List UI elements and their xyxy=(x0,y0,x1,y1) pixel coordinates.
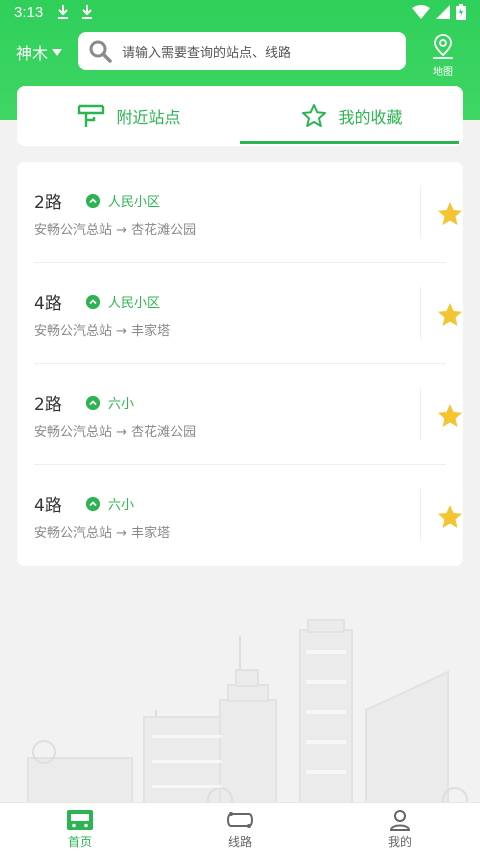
chevron-up-icon xyxy=(86,396,100,410)
nav-home-label: 首页 xyxy=(67,835,92,849)
bus-stop-icon xyxy=(78,104,105,127)
route-direction: 安畅公汽总站 → 丰家塔 xyxy=(34,324,171,339)
nav-home[interactable]: 首页 xyxy=(0,803,160,854)
battery-icon xyxy=(456,4,466,20)
signal-icon xyxy=(436,5,450,19)
city-selector[interactable]: 神木 xyxy=(16,40,63,64)
route-number: 4路 xyxy=(34,496,62,516)
star-filled-icon[interactable] xyxy=(436,301,464,329)
person-icon xyxy=(389,810,411,831)
status-bar: 3:13 xyxy=(0,0,480,26)
chevron-up-icon xyxy=(86,295,100,309)
nav-routes-label: 线路 xyxy=(227,835,252,849)
star-filled-icon[interactable] xyxy=(436,503,464,531)
caret-down-icon xyxy=(52,48,63,56)
favorite-item[interactable]: 4路 人民小区 安畅公汽总站 → 丰家塔 xyxy=(34,263,462,364)
download-icon xyxy=(82,5,92,19)
map-button[interactable]: 地图 xyxy=(426,32,460,78)
city-skyline-illustration xyxy=(27,619,468,805)
status-time: 3:13 xyxy=(14,4,44,21)
star-outline-icon xyxy=(302,104,327,127)
tabs-card: 附近站点 我的收藏 xyxy=(17,86,463,146)
download-icon xyxy=(58,5,68,19)
chevron-up-icon xyxy=(86,194,100,208)
route-direction: 安畅公汽总站 → 杏花滩公园 xyxy=(34,223,197,238)
search-icon xyxy=(89,40,112,63)
route-number: 4路 xyxy=(34,294,62,314)
bottom-navigation: 首页 线路 我的 xyxy=(0,802,480,854)
nav-profile[interactable]: 我的 xyxy=(320,803,480,854)
star-filled-icon[interactable] xyxy=(436,402,464,430)
stop-name: 人民小区 xyxy=(108,195,161,210)
nav-routes[interactable]: 线路 xyxy=(160,803,320,854)
divider xyxy=(420,388,421,440)
tab-my-favorites-label: 我的收藏 xyxy=(338,108,403,127)
stop-name: 人民小区 xyxy=(108,296,161,311)
tab-my-favorites[interactable]: 我的收藏 xyxy=(240,86,463,146)
divider xyxy=(420,489,421,541)
search-bar[interactable]: 请输入需要查询的站点、线路 xyxy=(78,32,406,70)
favorite-item[interactable]: 4路 六小 安畅公汽总站 → 丰家塔 xyxy=(34,465,462,566)
tab-nearby-stops-label: 附近站点 xyxy=(116,108,181,127)
map-pin-icon xyxy=(433,34,453,59)
route-direction: 安畅公汽总站 → 杏花滩公园 xyxy=(34,425,197,440)
tab-nearby-stops[interactable]: 附近站点 xyxy=(17,86,240,146)
route-number: 2路 xyxy=(34,395,62,415)
route-direction: 安畅公汽总站 → 丰家塔 xyxy=(34,526,171,541)
star-filled-icon[interactable] xyxy=(436,200,464,228)
bus-home-icon xyxy=(67,810,93,830)
search-placeholder: 请输入需要查询的站点、线路 xyxy=(122,45,292,61)
stop-name: 六小 xyxy=(108,498,135,513)
favorite-item[interactable]: 2路 人民小区 安畅公汽总站 → 杏花滩公园 xyxy=(34,162,462,263)
stop-name: 六小 xyxy=(108,397,135,412)
favorite-item[interactable]: 2路 六小 安畅公汽总站 → 杏花滩公园 xyxy=(34,364,462,465)
chevron-up-icon xyxy=(86,497,100,511)
divider xyxy=(420,186,421,238)
favorites-list: 2路 人民小区 安畅公汽总站 → 杏花滩公园 4路 人民小区 安畅公汽总站 → … xyxy=(17,162,463,566)
city-name: 神木 xyxy=(16,44,49,63)
nav-profile-label: 我的 xyxy=(387,835,412,849)
wifi-icon xyxy=(412,5,430,19)
divider xyxy=(420,287,421,339)
map-label: 地图 xyxy=(433,67,453,78)
route-number: 2路 xyxy=(34,193,62,213)
route-icon xyxy=(227,812,253,828)
